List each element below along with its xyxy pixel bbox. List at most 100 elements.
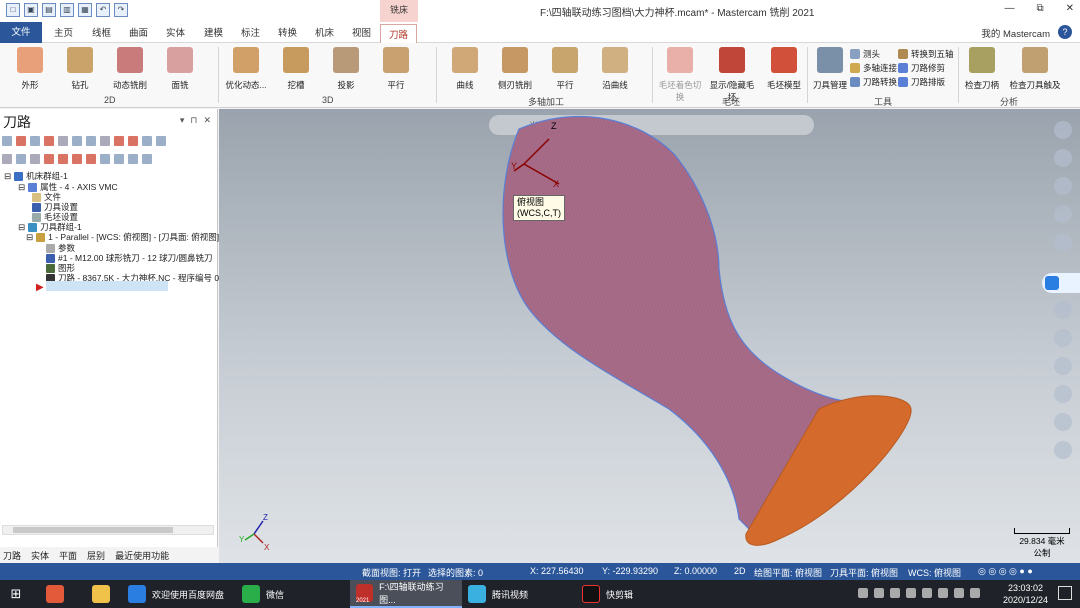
dynamic-mill-button[interactable]: 动态铣削 — [106, 47, 154, 91]
taskbar-kuaijianji[interactable]: 快剪辑 — [576, 580, 639, 608]
post-icon[interactable] — [114, 136, 124, 146]
tab-surfaces[interactable]: 曲面 — [129, 25, 148, 39]
volume-icon[interactable] — [970, 588, 980, 598]
shade-icon[interactable] — [1054, 301, 1072, 319]
scroll-arrow-icon[interactable] — [86, 154, 96, 164]
scrollbar-thumb[interactable] — [13, 527, 173, 533]
panel-pin-icon[interactable]: ⊓ — [190, 115, 197, 126]
panel-close-icon[interactable]: ✕ — [203, 115, 211, 126]
verify-icon[interactable] — [72, 136, 82, 146]
move-up-icon[interactable] — [58, 154, 68, 164]
tab-file[interactable]: 文件 — [0, 22, 42, 43]
zoom-in-icon[interactable] — [1054, 121, 1072, 139]
status-tool-plane[interactable]: 刀具平面: 俯视图 — [830, 566, 898, 579]
toolpath-nesting-button[interactable]: 刀路排版 — [898, 76, 945, 88]
wifi-icon[interactable] — [954, 588, 964, 598]
taskbar-tencent-video[interactable]: 腾讯视频 — [462, 580, 534, 608]
context-tab-mill[interactable]: 铣床 — [380, 0, 418, 22]
bottom-tab-solids[interactable]: 实体 — [31, 549, 49, 562]
rotate-icon[interactable] — [1054, 205, 1072, 223]
section-view-icon[interactable] — [1054, 413, 1072, 431]
trim-toolpath-button[interactable]: 刀路修剪 — [898, 62, 945, 74]
help-panel-icon[interactable] — [156, 136, 166, 146]
taskbar-baidu-netdisk[interactable]: 欢迎使用百度网盘 — [122, 580, 230, 608]
tab-view[interactable]: 视图 — [352, 25, 371, 39]
tab-dimension[interactable]: 标注 — [241, 25, 260, 39]
tool-reach-button[interactable]: 检查刀具触及 — [1005, 47, 1065, 91]
save-icon[interactable]: ▣ — [24, 3, 38, 17]
swarf-button[interactable]: 侧刃铣削 — [491, 47, 539, 91]
simulate-icon[interactable] — [86, 136, 96, 146]
backplot-icon[interactable] — [58, 136, 68, 146]
view-cube-icon[interactable] — [1054, 233, 1072, 251]
stock-shading-button[interactable]: 毛坯着色切换 — [656, 47, 704, 103]
tray-icon-3[interactable] — [890, 588, 900, 598]
curve-button[interactable]: 曲线 — [441, 47, 489, 91]
status-2d-3d[interactable]: 2D — [734, 566, 746, 576]
taskbar-wechat[interactable]: 微信 — [236, 580, 290, 608]
multiaxis-linking-button[interactable]: 多轴连接 — [850, 62, 897, 74]
status-draw-plane[interactable]: 绘图平面: 俯视图 — [754, 566, 822, 579]
convert-to-5axis-button[interactable]: 转换到五轴 — [898, 48, 954, 60]
move-down-icon[interactable] — [44, 154, 54, 164]
probe-button[interactable]: 测头 — [850, 48, 880, 60]
face-mill-button[interactable]: 面铣 — [156, 47, 204, 91]
toolpath-transform-button[interactable]: 刀路转换 — [850, 76, 897, 88]
taskbar-pinned-app[interactable] — [40, 580, 70, 608]
part-model[interactable] — [219, 109, 1080, 563]
bottom-tab-toolpaths[interactable]: 刀路 — [3, 549, 21, 562]
wireframe-icon[interactable] — [1054, 329, 1072, 347]
settings-icon[interactable] — [1054, 441, 1072, 459]
undo-icon[interactable]: ↶ — [96, 3, 110, 17]
gcode-icon[interactable] — [100, 136, 110, 146]
stock-toggle-icon[interactable] — [1054, 357, 1072, 375]
display-group-icon[interactable] — [114, 154, 124, 164]
print-icon[interactable]: ▥ — [60, 3, 74, 17]
save-as-icon[interactable]: ▦ — [78, 3, 92, 17]
tray-icon-1[interactable] — [858, 588, 868, 598]
bottom-tab-levels[interactable]: 层别 — [87, 549, 105, 562]
delete-all-icon[interactable] — [142, 136, 152, 146]
tab-model-prep[interactable]: 建模 — [204, 25, 223, 39]
tray-icon-2[interactable] — [874, 588, 884, 598]
status-wcs[interactable]: WCS: 俯视图 — [908, 566, 961, 579]
tab-transform[interactable]: 转换 — [278, 25, 297, 39]
start-button[interactable]: ⊞ — [0, 580, 32, 608]
lock-icon[interactable] — [2, 154, 12, 164]
help-icon[interactable]: ? — [1058, 25, 1072, 39]
notification-icon[interactable] — [1058, 586, 1072, 600]
highfeed-icon[interactable] — [128, 136, 138, 146]
single-display-icon[interactable] — [100, 154, 110, 164]
toggle-display-icon[interactable] — [16, 154, 26, 164]
insert-arrow-icon[interactable] — [72, 154, 82, 164]
restore-button[interactable]: ⧉ — [1036, 3, 1043, 14]
options-icon[interactable] — [128, 154, 138, 164]
tool-manager-button[interactable]: 刀具管理 — [806, 47, 854, 91]
redo-icon[interactable]: ↷ — [114, 3, 128, 17]
tab-toolpaths[interactable]: 刀路 — [380, 24, 418, 43]
drill-button[interactable]: 钻孔 — [56, 47, 104, 91]
project-button[interactable]: 投影 — [322, 47, 370, 91]
graphics-viewport[interactable]: 光标 Z Y X Z Y X 俯视图 (WCS,C,T) — [219, 109, 1080, 563]
contour-button[interactable]: 外形 — [6, 47, 54, 91]
layers-icon[interactable] — [1054, 385, 1072, 403]
tab-wireframe[interactable]: 线框 — [92, 25, 111, 39]
parallel-multiaxis-button[interactable]: 平行 — [541, 47, 589, 91]
status-section-view[interactable]: 截面视图: 打开 — [362, 566, 421, 579]
optirough-button[interactable]: 优化动态... — [222, 47, 270, 91]
tab-home[interactable]: 主页 — [54, 25, 73, 39]
close-button[interactable]: ✕ — [1066, 3, 1074, 14]
tree-horizontal-scrollbar[interactable] — [2, 525, 214, 535]
regenerate-icon[interactable] — [30, 136, 40, 146]
stock-model-button[interactable]: 毛坯模型 — [760, 47, 808, 91]
fit-icon[interactable] — [1054, 177, 1072, 195]
parallel-3d-button[interactable]: 平行 — [372, 47, 420, 91]
check-holder-button[interactable]: 检查刀柄 — [958, 47, 1006, 91]
bottom-tab-recent[interactable]: 最近使用功能 — [115, 549, 169, 562]
tab-solids[interactable]: 实体 — [166, 25, 185, 39]
filter-icon[interactable] — [142, 154, 152, 164]
globe-icon[interactable]: ◎ ◎ ◎ ◎ ● ● — [978, 566, 1033, 577]
taskbar-file-explorer[interactable] — [86, 580, 116, 608]
tray-icon-6[interactable] — [938, 588, 948, 598]
panel-dropdown-icon[interactable]: ▾ — [180, 115, 185, 126]
